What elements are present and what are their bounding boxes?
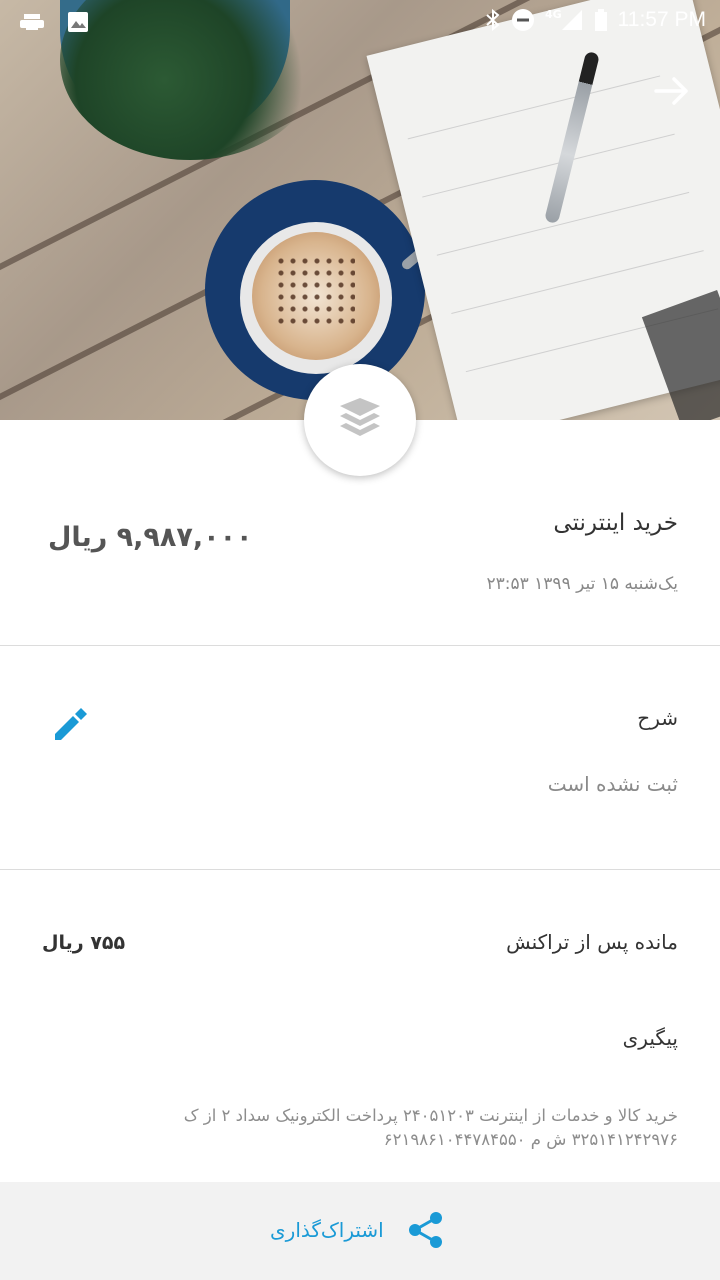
coffee-sprinkles xyxy=(275,255,355,325)
notebook-line xyxy=(422,133,675,198)
signal-icon xyxy=(561,10,582,30)
printer-icon xyxy=(20,14,44,30)
layers-icon xyxy=(340,398,380,436)
arrow-right-icon[interactable] xyxy=(652,74,692,108)
share-icon xyxy=(408,1212,442,1248)
notebook-line xyxy=(407,75,661,140)
transaction-title: خرید اینترنتی xyxy=(553,510,678,536)
share-button[interactable]: اشتراک‌گذاری xyxy=(270,1208,444,1252)
notebook-line xyxy=(451,250,704,314)
pencil-icon[interactable] xyxy=(50,704,90,744)
bluetooth-icon xyxy=(486,8,500,32)
transaction-datetime: یک‌شنبه ۱۵ تیر ۱۳۹۹ ۲۳:۵۳ xyxy=(486,574,679,594)
transaction-type-badge xyxy=(304,364,416,476)
network-type: 4G xyxy=(544,7,562,21)
balance-label: مانده پس از تراکنش xyxy=(506,930,678,954)
image-icon xyxy=(68,12,88,32)
tracking-text: خرید کالا و خدمات از اینترنت ۲۴۰۵۱۲۰۳ پر… xyxy=(183,1106,678,1149)
share-label: اشتراک‌گذاری xyxy=(270,1218,384,1242)
status-time: 11:57 PM xyxy=(617,8,706,31)
battery-icon xyxy=(594,9,607,31)
status-bar-right: 4G 11:57 PM xyxy=(485,8,706,32)
status-bar-left xyxy=(18,10,90,34)
transaction-amount: ۹,۹۸۷,۰۰۰ ریال xyxy=(48,522,253,553)
divider xyxy=(0,645,720,646)
description-value: ثبت نشده است xyxy=(547,772,678,796)
tracking-label: پیگیری xyxy=(622,1026,678,1050)
header-image xyxy=(0,0,720,420)
balance-value: ۷۵۵ ریال xyxy=(42,932,126,954)
do-not-disturb-icon xyxy=(511,9,534,31)
divider xyxy=(0,869,720,870)
status-bar: 4G 11:57 PM xyxy=(0,0,720,48)
description-label: شرح xyxy=(637,706,678,730)
